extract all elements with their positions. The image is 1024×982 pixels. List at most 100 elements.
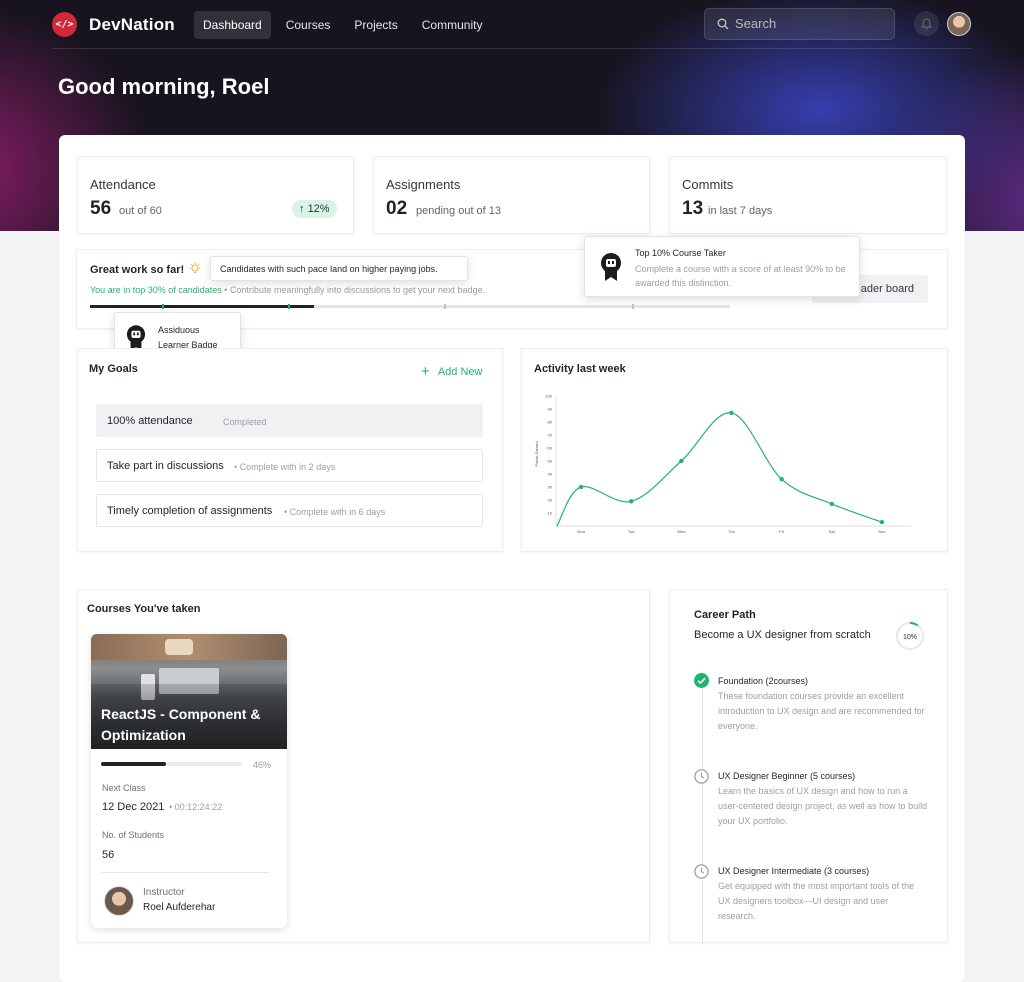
search-input[interactable] <box>735 16 885 31</box>
leaderboard-label: ader board <box>860 283 914 295</box>
course-card[interactable]: ReactJS - Component & Optimization 46% N… <box>91 634 287 928</box>
attendance-sub: out of 60 <box>119 205 162 217</box>
students-label: No. of Students <box>102 830 165 840</box>
clock-icon <box>694 864 709 879</box>
x-tick-label: Sat <box>829 529 836 534</box>
countdown-text: 00:12:24:22 <box>174 802 223 812</box>
y-tick-label: 10 <box>548 511 553 516</box>
instructor-name[interactable]: Roel Aufderehar <box>143 902 215 913</box>
goal-item[interactable]: Timely completion of assignments • Compl… <box>96 494 483 527</box>
y-tick-label: 60 <box>548 446 553 451</box>
goals-card: My Goals + Add New 100% attendance Compl… <box>77 348 503 552</box>
instructor-avatar[interactable] <box>104 886 134 916</box>
attendance-change-badge: ↑ 12% <box>292 200 337 218</box>
progress-title: Great work so far! <box>90 264 185 276</box>
y-axis-label: Points Earned <box>534 441 539 466</box>
career-step-title[interactable]: UX Designer Beginner (5 courses) <box>718 771 855 781</box>
students-count: 56 <box>102 849 115 861</box>
goal-item[interactable]: 100% attendance Completed <box>96 404 483 437</box>
data-point[interactable] <box>679 458 684 464</box>
career-step-desc: Learn the basics of UX design and how to… <box>718 786 928 826</box>
career-step-title[interactable]: Foundation (2courses) <box>718 676 808 686</box>
timeline-line <box>702 688 703 944</box>
brand-name[interactable]: DevNation <box>89 15 175 35</box>
next-class-countdown: • 00:12:24:22 <box>169 802 223 812</box>
y-tick-label: 80 <box>548 420 553 425</box>
data-point[interactable] <box>829 501 834 507</box>
y-tick-label: 40 <box>548 472 553 477</box>
goal-title: Take part in discussions <box>107 460 224 472</box>
instructor-label: Instructor <box>143 887 185 898</box>
add-goal-label: Add New <box>437 366 483 378</box>
data-point[interactable] <box>779 477 784 482</box>
badge-icon <box>601 253 621 281</box>
nav-item-courses[interactable]: Courses <box>277 11 340 39</box>
nav-item-projects[interactable]: Projects <box>345 11 406 39</box>
assiduous-line1: Assiduous <box>158 325 200 335</box>
assignments-label: Assignments <box>386 177 461 192</box>
add-goal-button[interactable]: + Add New <box>421 362 483 380</box>
plus-icon: + <box>421 363 430 380</box>
nav-item-community[interactable]: Community <box>413 11 492 39</box>
data-point[interactable] <box>629 499 634 504</box>
search-icon <box>717 18 729 30</box>
attendance-label: Attendance <box>90 177 156 192</box>
career-title: Career Path <box>694 609 756 621</box>
attendance-card: Attendance 56 out of 60 ↑ 12% <box>77 156 354 234</box>
course-title: ReactJS - Component & Optimization <box>101 706 261 743</box>
progress-milestone <box>162 304 164 309</box>
progress-track <box>90 304 730 309</box>
pace-tooltip-text: Candidates with such pace land on higher… <box>220 264 438 274</box>
commits-card: Commits 13 in last 7 days <box>669 156 947 234</box>
next-class-label: Next Class <box>102 783 146 793</box>
goal-title: 100% attendance <box>107 415 193 427</box>
goal-status: Completed <box>223 417 267 427</box>
lightbulb-icon <box>189 262 201 274</box>
attendance-change: 12% <box>307 203 330 215</box>
x-tick-label: Wed <box>677 529 685 534</box>
bell-icon <box>921 17 932 29</box>
page-title: Good morning, Roel <box>58 74 270 99</box>
nav-item-dashboard[interactable]: Dashboard <box>194 11 271 39</box>
x-tick-label: Fri <box>779 529 784 534</box>
data-point[interactable] <box>578 484 584 490</box>
user-avatar[interactable] <box>947 12 971 36</box>
goal-status: • Complete with in 2 days <box>234 462 336 472</box>
goal-status-text: Complete with in 2 days <box>239 462 336 472</box>
courses-title: Courses You've taken <box>87 603 201 615</box>
career-subtitle: Become a UX designer from scratch <box>694 629 871 641</box>
pace-tooltip: Candidates with such pace land on higher… <box>210 256 468 281</box>
goal-item[interactable]: Take part in discussions • Complete with… <box>96 449 483 482</box>
thumbnail-mug <box>165 639 193 655</box>
next-class-date: 12 Dec 2021 <box>102 801 165 813</box>
y-tick-label: 20 <box>548 498 553 503</box>
progress-milestone <box>632 304 634 309</box>
progress-milestone <box>444 304 446 309</box>
y-tick-label: 70 <box>548 433 553 438</box>
career-progress-label: 10% <box>903 634 917 641</box>
main-nav: Dashboard Courses Projects Community <box>194 11 491 39</box>
career-step-desc: These foundation courses provide an exce… <box>718 691 925 731</box>
arrow-up-icon: ↑ <box>299 203 305 215</box>
career-step-title[interactable]: UX Designer Intermediate (3 courses) <box>718 866 869 876</box>
series-line <box>556 412 883 527</box>
progress-highlight: You are in top 30% of candidates <box>90 285 222 295</box>
data-point[interactable] <box>729 410 734 416</box>
top10-badge-desc: Complete a course with a score of at lea… <box>635 264 846 288</box>
notifications-button[interactable] <box>914 11 939 36</box>
search-box[interactable] <box>704 8 895 40</box>
clock-icon <box>694 769 709 784</box>
progress-fill <box>90 305 314 308</box>
assignments-sub: pending out of 13 <box>416 205 502 217</box>
course-progress-label: 46% <box>253 760 272 770</box>
activity-card: Activity last week Points Earned 10 20 30 4… <box>521 348 948 552</box>
logo-icon[interactable]: </> <box>52 12 77 37</box>
check-circle-icon <box>694 673 709 688</box>
x-tick-label: Tue <box>628 529 636 534</box>
career-progress-ring: 10% <box>896 622 924 650</box>
data-point[interactable] <box>879 519 885 525</box>
commits-value: 13 <box>682 198 704 219</box>
y-tick-label: 30 <box>548 485 553 490</box>
dashboard-panel: Attendance 56 out of 60 ↑ 12% Assignment… <box>59 135 965 982</box>
progress-hint: Contribute meaningfully into discussions… <box>229 285 486 295</box>
